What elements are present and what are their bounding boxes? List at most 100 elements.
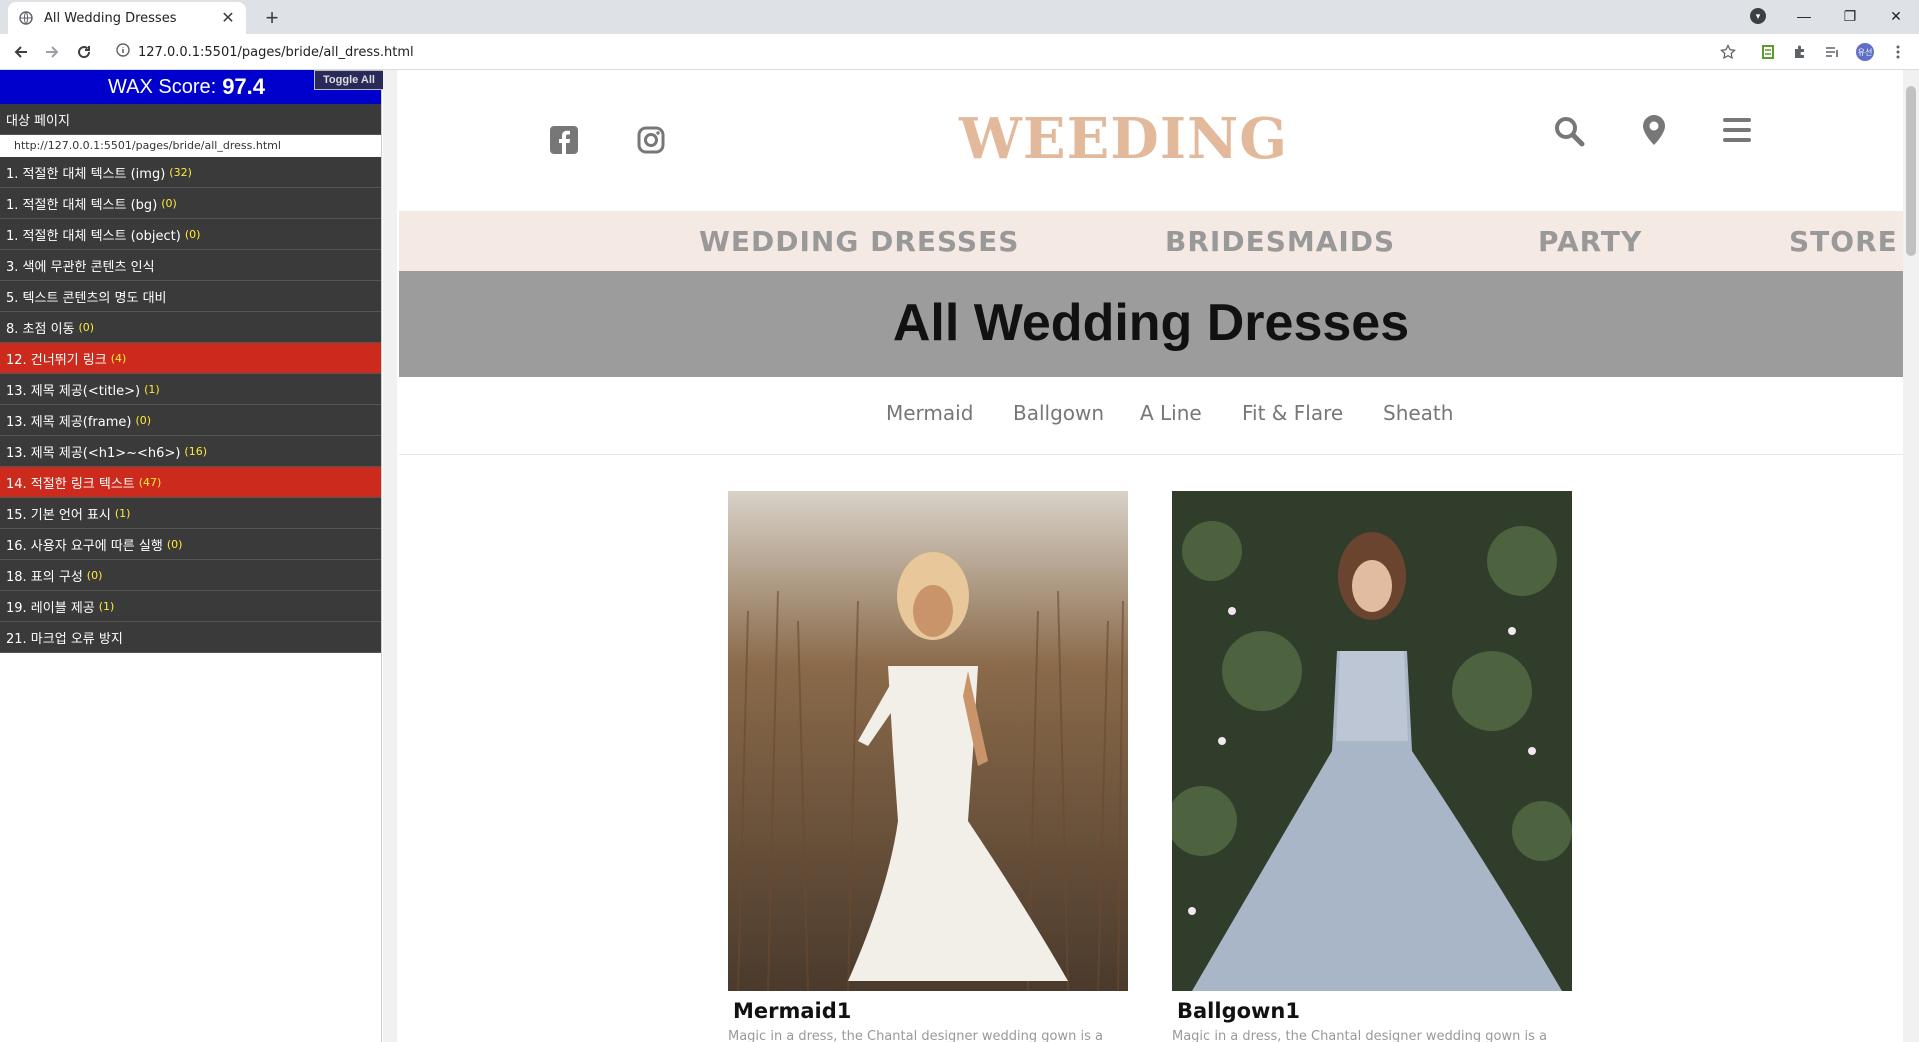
wax-panel: WAX Score: 97.4 Toggle All 대상 페이지 http:/… xyxy=(0,70,384,1042)
product-name[interactable]: Ballgown1 xyxy=(1177,999,1572,1023)
wax-check-label: 1. 적절한 대체 텍스트 (bg) xyxy=(6,197,158,213)
hamburger-menu-icon[interactable] xyxy=(1723,117,1751,148)
wax-check-item[interactable]: 12. 건너뛰기 링크 (4) xyxy=(0,343,381,374)
search-icon[interactable] xyxy=(1553,115,1585,152)
wax-check-label: 1. 적절한 대체 텍스트 (img) xyxy=(6,166,166,182)
wax-check-item[interactable]: 13. 제목 제공(<title>) (1) xyxy=(0,374,381,405)
new-tab-button[interactable]: + xyxy=(258,4,286,32)
wax-check-item[interactable]: 18. 표의 구성 (0) xyxy=(0,560,381,591)
browser-tab[interactable]: All Wedding Dresses ✕ xyxy=(8,2,246,34)
wax-check-item[interactable]: 8. 초점 이동 (0) xyxy=(0,312,381,343)
extensions-puzzle-icon[interactable] xyxy=(1791,43,1809,61)
nav-bridesmaids[interactable]: BRIDESMAIDS xyxy=(1165,225,1395,258)
wax-check-label: 21. 마크업 오류 방지 xyxy=(6,631,123,647)
address-bar[interactable]: 127.0.0.1:5501/pages/bride/all_dress.htm… xyxy=(108,38,1768,66)
product-image-mermaid[interactable] xyxy=(728,491,1128,992)
back-icon[interactable] xyxy=(9,40,33,64)
category-a-line[interactable]: A Line xyxy=(1140,401,1202,425)
wax-check-count: (0) xyxy=(135,413,152,427)
wax-check-count: (0) xyxy=(166,537,183,551)
wax-check-count: (0) xyxy=(161,196,177,210)
wax-check-label: 12. 건너뛰기 링크 xyxy=(6,352,107,368)
wax-score-label: WAX Score: xyxy=(108,75,217,98)
wax-check-label: 19. 레이블 제공 xyxy=(6,600,95,616)
wax-score-value: 97.4 xyxy=(222,74,266,99)
site-logo[interactable]: WEEDING xyxy=(959,106,1288,172)
wax-scrollbar[interactable] xyxy=(383,70,397,1042)
wax-check-item[interactable]: 5. 텍스트 콘텐츠의 명도 대비 xyxy=(0,281,381,312)
minimize-button[interactable]: — xyxy=(1781,0,1827,32)
product-description: Magic in a dress, the Chantal designer w… xyxy=(1172,1029,1547,1042)
wax-check-count: (1) xyxy=(98,599,115,613)
wax-check-item[interactable]: 15. 기본 언어 표시 (1) xyxy=(0,498,381,529)
wax-check-label: 16. 사용자 요구에 따른 실행 xyxy=(6,538,163,554)
wax-check-item[interactable]: 1. 적절한 대체 텍스트 (img) (32) xyxy=(0,157,381,188)
page-scrollbar[interactable] xyxy=(1903,70,1919,1042)
profile-avatar[interactable]: 유선 xyxy=(1856,43,1874,61)
wax-check-label: 3. 색에 무관한 콘텐츠 인식 xyxy=(6,259,155,275)
wax-check-label: 8. 초점 이동 xyxy=(6,321,75,337)
wax-check-label: 13. 제목 제공(<title>) xyxy=(6,383,141,399)
forward-icon[interactable] xyxy=(40,40,64,64)
page-banner: All Wedding Dresses xyxy=(399,271,1903,377)
wax-check-label: 5. 텍스트 콘텐츠의 명도 대비 xyxy=(6,290,167,306)
nav-wedding-dresses[interactable]: WEDDING DRESSES xyxy=(699,225,1019,258)
browser-toolbar: 127.0.0.1:5501/pages/bride/all_dress.htm… xyxy=(0,34,1919,70)
browser-menu-icon[interactable] xyxy=(1889,43,1907,61)
category-mermaid[interactable]: Mermaid xyxy=(886,401,973,425)
wax-check-item[interactable]: 21. 마크업 오류 방지 xyxy=(0,622,381,653)
wax-check-count: (0) xyxy=(184,227,201,241)
wax-check-item[interactable]: 1. 적절한 대체 텍스트 (object) (0) xyxy=(0,219,381,250)
media-list-icon[interactable] xyxy=(1823,43,1841,61)
wax-target-page-heading: 대상 페이지 xyxy=(0,104,381,135)
tab-title: All Wedding Dresses xyxy=(44,10,177,26)
wax-check-item[interactable]: 3. 색에 무관한 콘텐츠 인식 xyxy=(0,250,381,281)
extension-green-icon[interactable] xyxy=(1759,43,1777,61)
main-nav: WEDDING DRESSES BRIDESMAIDS PARTY STORE xyxy=(399,211,1903,271)
category-ballgown[interactable]: Ballgown xyxy=(1013,401,1104,425)
bookmark-star-icon[interactable] xyxy=(1719,43,1737,61)
wax-target-url: http://127.0.0.1:5501/pages/bride/all_dr… xyxy=(0,135,381,157)
wax-check-count: (1) xyxy=(144,382,160,396)
wax-check-label: 14. 적절한 링크 텍스트 xyxy=(6,476,135,492)
product-description: Magic in a dress, the Chantal designer w… xyxy=(728,1029,1103,1042)
wax-check-list: 1. 적절한 대체 텍스트 (img) (32) 1. 적절한 대체 텍스트 (bg… xyxy=(0,157,381,653)
info-icon[interactable] xyxy=(116,42,130,62)
wax-check-label: 13. 제목 제공(frame) xyxy=(6,414,132,430)
location-pin-icon[interactable] xyxy=(1642,114,1666,151)
browser-tab-bar: All Wedding Dresses ✕ + ▾ — ❐ ✕ xyxy=(0,0,1919,34)
wax-check-item[interactable]: 14. 적절한 링크 텍스트 (47) xyxy=(0,467,381,498)
product-card[interactable]: Ballgown1 Magic in a dress, the Chantal … xyxy=(1167,491,1572,1042)
wax-check-item[interactable]: 16. 사용자 요구에 따른 실행 (0) xyxy=(0,529,381,560)
product-name[interactable]: Mermaid1 xyxy=(733,999,1128,1023)
category-sheath[interactable]: Sheath xyxy=(1383,401,1453,425)
wax-check-count: (1) xyxy=(114,506,131,520)
globe-icon xyxy=(18,10,34,26)
wax-check-item[interactable]: 13. 제목 제공(<h1>~<h6>) (16) xyxy=(0,436,381,467)
facebook-icon[interactable] xyxy=(549,125,579,160)
toggle-all-button[interactable]: Toggle All xyxy=(314,70,384,90)
wax-check-item[interactable]: 13. 제목 제공(frame) (0) xyxy=(0,405,381,436)
tab-close-icon[interactable]: ✕ xyxy=(220,8,236,28)
instagram-icon[interactable] xyxy=(636,125,666,160)
scrollbar-thumb[interactable] xyxy=(1906,86,1916,256)
wax-check-count: (4) xyxy=(110,351,127,365)
product-card[interactable]: Mermaid1 Magic in a dress, the Chantal d… xyxy=(728,491,1128,1042)
reload-icon[interactable] xyxy=(72,40,96,64)
wax-check-item[interactable]: 1. 적절한 대체 텍스트 (bg) (0) xyxy=(0,188,381,219)
category-filter: Mermaid Ballgown A Line Fit & Flare Shea… xyxy=(399,377,1903,455)
nav-party[interactable]: PARTY xyxy=(1538,225,1642,258)
nav-store[interactable]: STORE xyxy=(1789,225,1898,258)
category-fit-flare[interactable]: Fit & Flare xyxy=(1242,401,1343,425)
wax-check-count: (32) xyxy=(169,165,192,179)
tab-search-icon[interactable]: ▾ xyxy=(1750,8,1766,24)
wax-check-count: (0) xyxy=(86,568,103,582)
wax-check-label: 15. 기본 언어 표시 xyxy=(6,507,111,523)
wax-check-count: (47) xyxy=(138,475,162,489)
wax-check-count: (16) xyxy=(184,444,207,458)
product-image-ballgown[interactable] xyxy=(1167,491,1572,991)
wax-check-label: 1. 적절한 대체 텍스트 (object) xyxy=(6,228,181,244)
restore-button[interactable]: ❐ xyxy=(1827,0,1873,32)
wax-check-item[interactable]: 19. 레이블 제공 (1) xyxy=(0,591,381,622)
close-window-button[interactable]: ✕ xyxy=(1873,0,1919,32)
